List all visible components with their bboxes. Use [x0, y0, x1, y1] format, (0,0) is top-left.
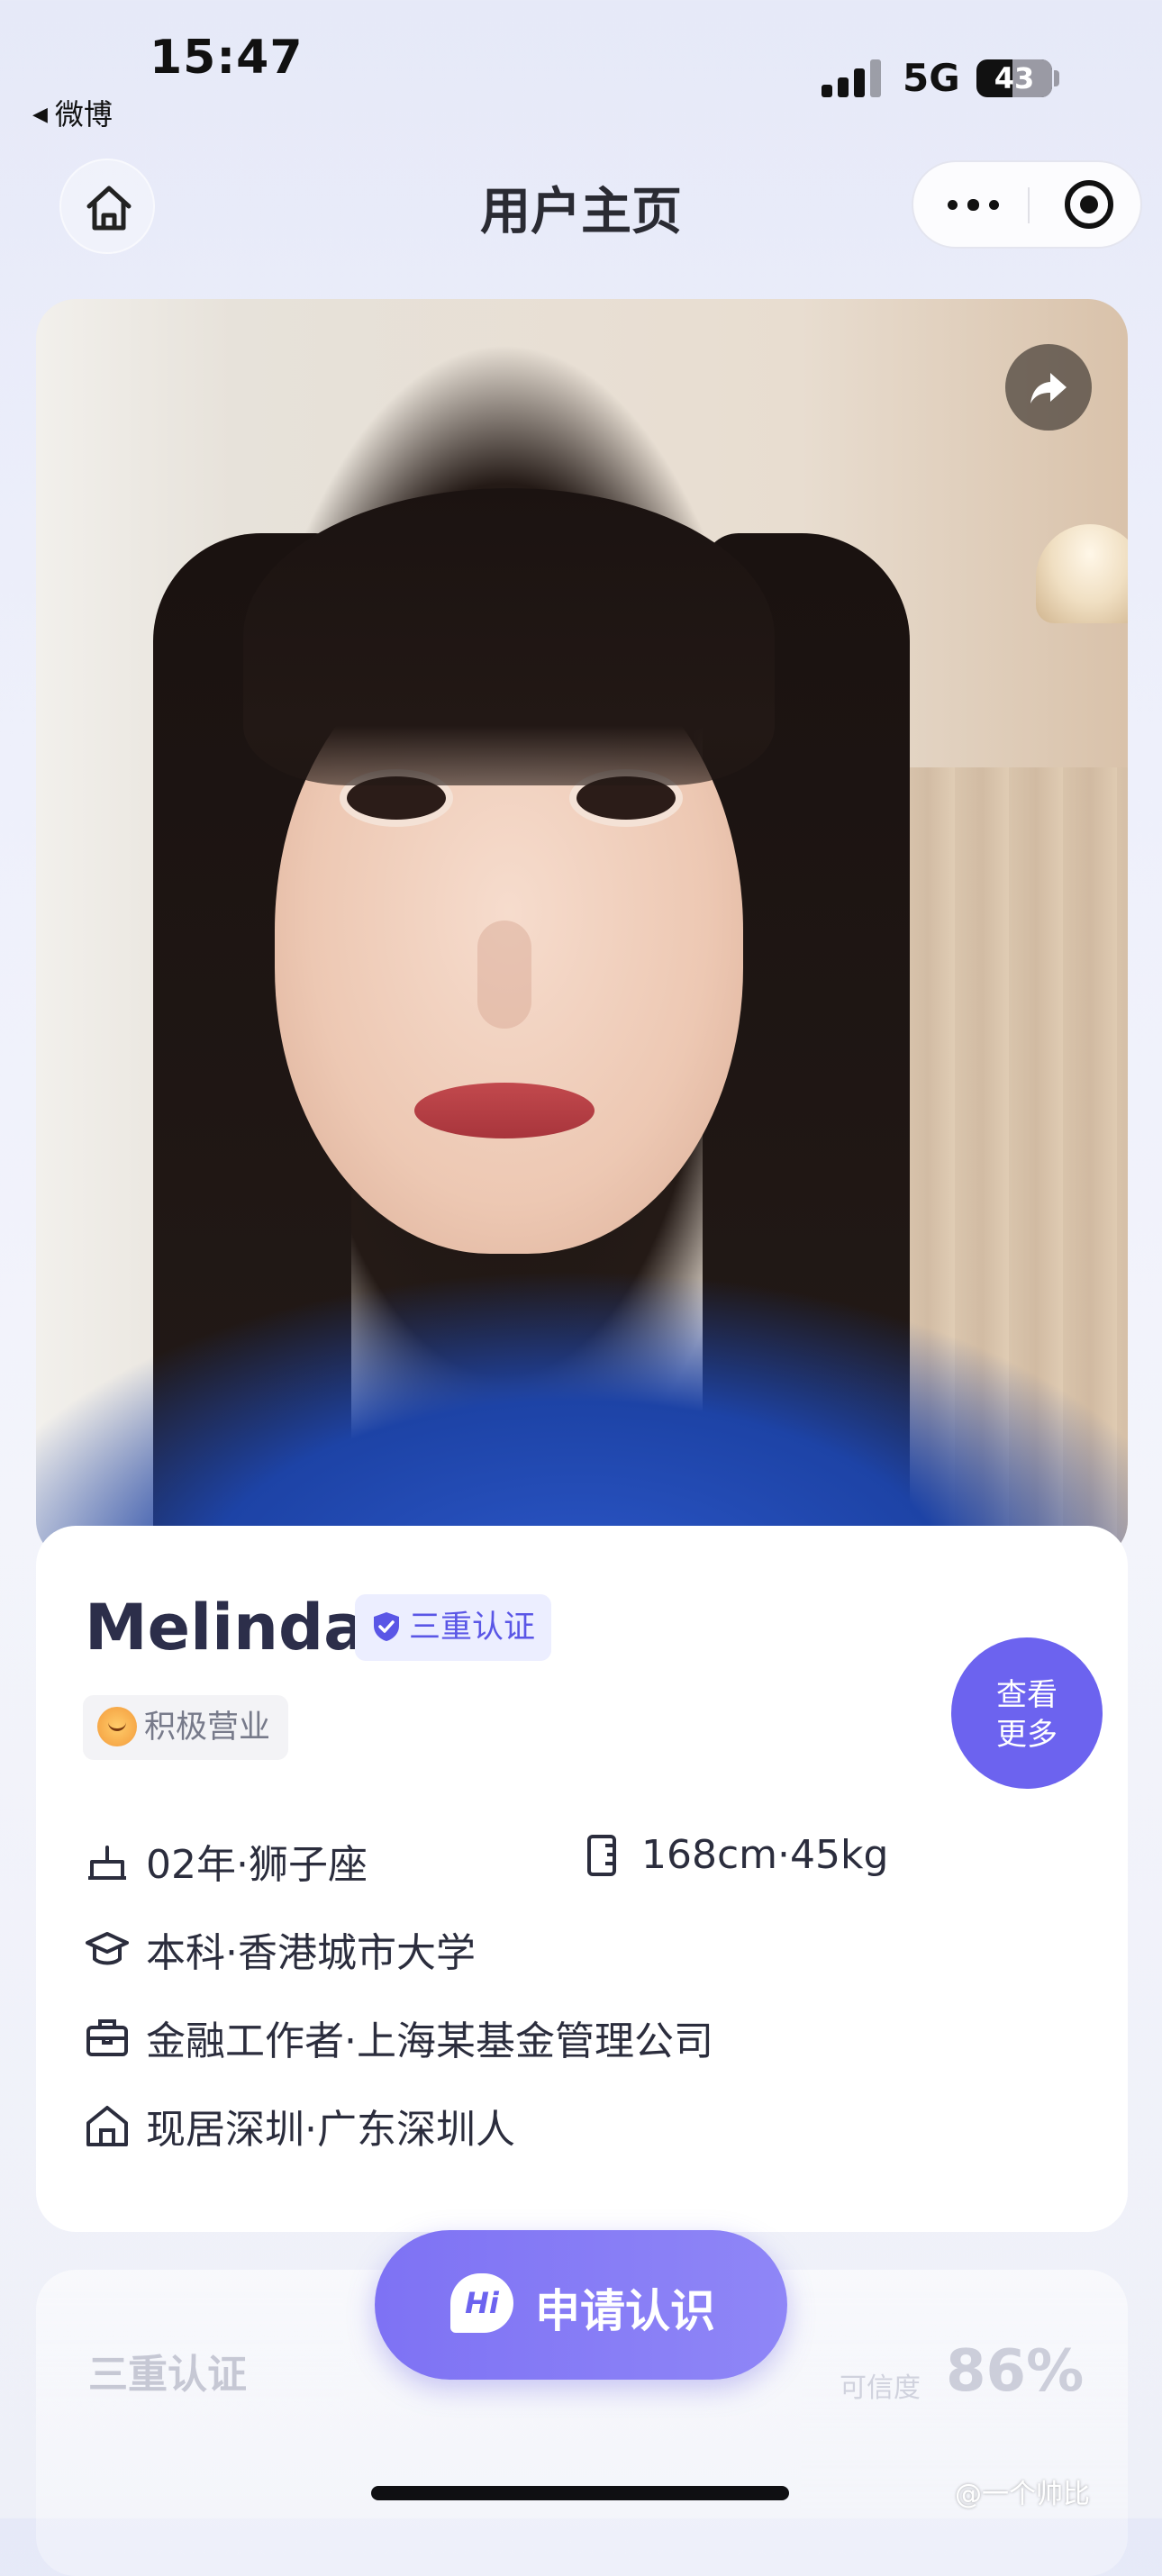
view-more-line2: 更多	[996, 1717, 1058, 1753]
triple-verify-badge[interactable]: 三重认证	[355, 1594, 552, 1661]
info-body: 168cm·45kg	[580, 1832, 888, 1878]
share-arrow-icon	[1030, 373, 1067, 404]
cake-icon	[88, 1846, 126, 1880]
briefcase-icon	[86, 2019, 128, 2056]
info-education-text: 本科·香港城市大学	[146, 1930, 476, 1976]
info-job-text: 金融工作者·上海某基金管理公司	[146, 2018, 713, 2064]
apply-to-meet-button[interactable]: Hi 申请认识	[375, 2230, 787, 2380]
battery-percent: 43	[994, 61, 1035, 95]
info-residence-text: 现居深圳·广东深圳人	[146, 2107, 515, 2153]
back-to-app-link[interactable]: ◀ 微博	[32, 92, 113, 133]
profile-name: Melinda	[85, 1591, 367, 1664]
info-education: 本科·香港城市大学	[85, 1920, 476, 1978]
status-time: 15:47	[150, 31, 304, 85]
bangs	[243, 488, 775, 785]
lips	[414, 1083, 595, 1138]
share-button[interactable]	[1005, 344, 1092, 431]
graduation-cap-icon	[86, 1932, 129, 1965]
back-app-label: 微博	[54, 97, 113, 132]
hi-chat-icon: Hi	[450, 2273, 513, 2333]
miniprogram-capsule	[912, 160, 1142, 249]
watermark: @一个帅比	[955, 2479, 1090, 2510]
activity-status-tag: 积极营业	[83, 1695, 289, 1760]
info-body-text: 168cm·45kg	[641, 1832, 889, 1878]
verify-badge-label: 三重认证	[409, 1610, 536, 1646]
info-birth: 02年·狮子座	[85, 1832, 368, 1890]
info-job: 金融工作者·上海某基金管理公司	[85, 2009, 713, 2066]
view-more-line1: 查看	[996, 1677, 1058, 1713]
view-more-button[interactable]: 查看 更多	[951, 1637, 1103, 1789]
back-triangle-icon: ◀	[32, 104, 48, 126]
house-icon	[86, 2106, 128, 2146]
ruler-icon	[587, 1834, 616, 1876]
capsule-divider	[1028, 187, 1030, 223]
info-birth-text: 02年·狮子座	[146, 1842, 368, 1888]
network-type: 5G	[903, 56, 960, 100]
more-dots-icon[interactable]	[940, 184, 1011, 225]
cellular-signal-icon	[822, 59, 885, 97]
trust-label: 可信度	[840, 2372, 921, 2404]
profile-photo[interactable]	[36, 299, 1128, 1560]
mascot-icon	[97, 1707, 137, 1746]
trust-value: 86%	[946, 2338, 1085, 2405]
home-indicator[interactable]	[371, 2486, 789, 2500]
nose	[477, 921, 531, 1029]
profile-card: Melinda 三重认证 积极营业 查看 更多 02年·狮子座 168cm·45…	[36, 1526, 1128, 2232]
shield-check-icon	[374, 1612, 399, 1641]
info-residence: 现居深圳·广东深圳人	[85, 2097, 515, 2154]
status-bar: 15:47 ◀ 微博 5G 43	[0, 0, 1162, 135]
battery-cap	[1054, 70, 1059, 86]
apply-button-label: 申请认识	[535, 2285, 715, 2337]
status-tag-label: 积极营业	[144, 1710, 271, 1746]
miniprogram-close-icon[interactable]	[1065, 180, 1113, 229]
certification-title: 三重认证	[88, 2352, 247, 2398]
battery-icon: 43	[976, 59, 1052, 97]
lamp-decor	[1036, 524, 1128, 623]
shirt	[36, 1218, 1128, 1560]
